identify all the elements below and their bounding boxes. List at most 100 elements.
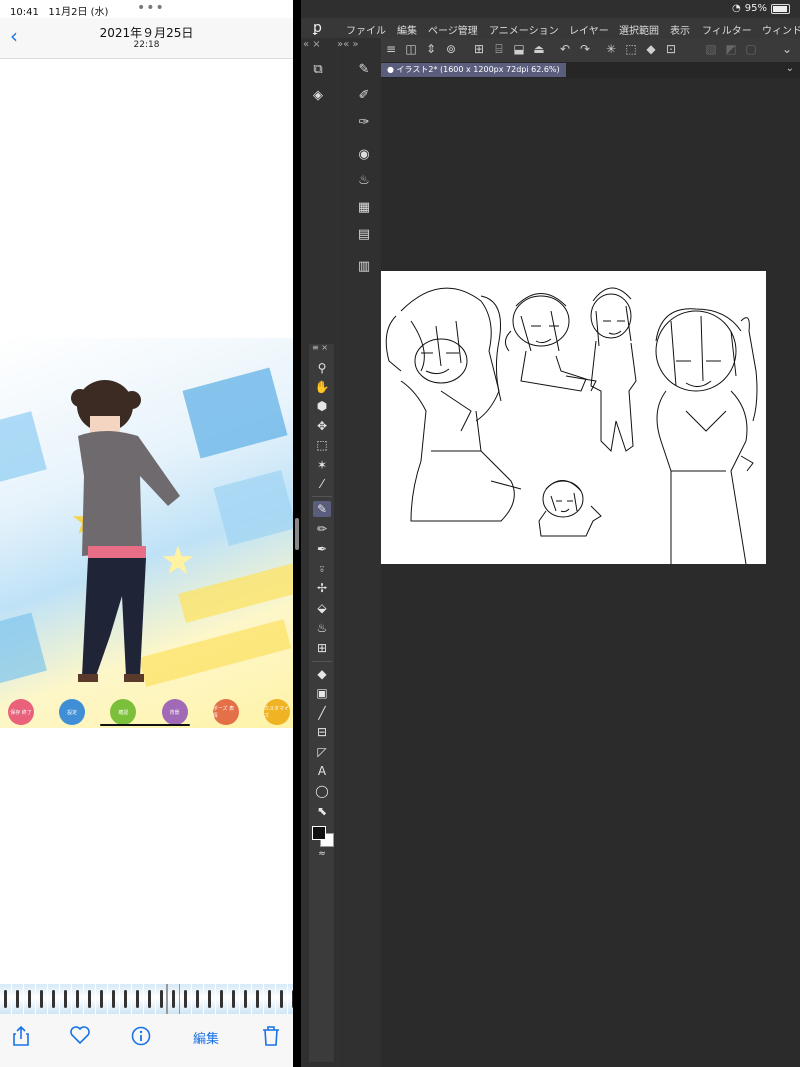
frame-tool-icon[interactable]: ⊟ <box>313 724 331 740</box>
thumbnail[interactable] <box>36 984 47 1014</box>
menu-page[interactable]: ページ管理 <box>428 22 478 37</box>
work-area[interactable] <box>381 78 800 1067</box>
clear-icon[interactable]: ▧ <box>703 41 719 57</box>
stepper-icon[interactable]: ⇕ <box>423 41 439 57</box>
fill-selection-icon[interactable]: ◩ <box>723 41 739 57</box>
thumbnail[interactable] <box>156 984 167 1014</box>
eyedropper-icon[interactable]: ⁄ <box>313 476 331 492</box>
object-tool-icon[interactable]: ⬢ <box>313 398 331 414</box>
menu-list-icon[interactable]: ≡ <box>383 41 399 57</box>
new-canvas-icon[interactable]: ◫ <box>403 41 419 57</box>
thumbnail[interactable] <box>84 984 95 1014</box>
thumbnail[interactable] <box>144 984 155 1014</box>
layers-icon[interactable]: ◈ <box>309 87 327 105</box>
new-file-icon[interactable]: ⊞ <box>471 41 487 57</box>
menu-edit[interactable]: 編集 <box>397 22 417 37</box>
clip-studio-logo-icon[interactable]: ꝑ <box>313 20 329 36</box>
crop-icon[interactable]: ▢ <box>743 41 759 57</box>
brush-tool-icon[interactable]: ✒ <box>313 541 331 557</box>
chevron-down-icon[interactable]: ⌄ <box>779 41 795 57</box>
menu-animation[interactable]: アニメーション <box>489 22 559 37</box>
share-icon[interactable] <box>12 1025 30 1050</box>
color-set-icon[interactable]: ▦ <box>355 199 373 217</box>
thumbnail[interactable] <box>108 984 119 1014</box>
color-wheel-icon[interactable]: ◉ <box>355 146 373 164</box>
text-tool-icon[interactable]: A <box>313 763 331 779</box>
open-folder-icon[interactable]: ⌸ <box>491 41 507 57</box>
transform-icon[interactable]: ⊡ <box>663 41 679 57</box>
blend-tool-icon[interactable]: ♨ <box>313 620 331 636</box>
drawing-canvas[interactable] <box>381 271 766 565</box>
decoration-tool-icon[interactable]: ✢ <box>313 580 331 596</box>
clip-icon[interactable]: ⊚ <box>443 41 459 57</box>
tool-palette-header-glyphs[interactable]: ≡ × <box>312 343 328 352</box>
thumbnail[interactable] <box>12 984 23 1014</box>
edit-button[interactable]: 編集 <box>193 1028 219 1047</box>
line-tool-icon[interactable]: ╱ <box>313 705 331 721</box>
menu-selection[interactable]: 選択範囲 <box>619 22 659 37</box>
collapse-left[interactable]: « × <box>303 39 321 50</box>
navigator-icon[interactable]: ▤ <box>355 226 373 244</box>
menu-file[interactable]: ファイル <box>346 22 386 37</box>
layer-property-icon[interactable]: ⧉ <box>309 61 327 79</box>
thumbnail[interactable] <box>192 984 203 1014</box>
thumbnail[interactable] <box>0 984 11 1014</box>
marquee-tool-icon[interactable]: ⬚ <box>313 437 331 453</box>
upload-icon[interactable]: ⏏ <box>531 41 547 57</box>
pencil-tool-icon[interactable]: ✏ <box>313 521 331 537</box>
split-grip-handle[interactable] <box>295 518 299 550</box>
brush-size-icon[interactable]: ✑ <box>355 114 373 132</box>
thumbnail[interactable] <box>252 984 263 1014</box>
collapse-right[interactable]: »« » <box>337 39 359 50</box>
foreground-color-swatch[interactable] <box>312 826 326 840</box>
menu-filter[interactable]: フィルター <box>702 22 752 37</box>
thumbnail[interactable] <box>120 984 131 1014</box>
thumbnail[interactable] <box>240 984 251 1014</box>
info-icon[interactable] <box>131 1026 151 1050</box>
thumbnail[interactable] <box>180 984 191 1014</box>
balloon-tool-icon[interactable]: ◯ <box>313 783 331 799</box>
airbrush-tool-icon[interactable]: ⍤ <box>313 561 331 577</box>
loading-icon[interactable]: ✳ <box>603 41 619 57</box>
sub-tool-icon[interactable]: ✎ <box>355 61 373 79</box>
magic-wand-icon[interactable]: ✶ <box>313 457 331 473</box>
tab-chevron-down-icon[interactable]: ⌄ <box>786 63 794 74</box>
zoom-tool-icon[interactable]: ⚲ <box>313 360 331 376</box>
thumbnail[interactable] <box>228 984 239 1014</box>
canvas-tab[interactable]: ● イラスト2* (1600 x 1200px 72dpi 62.6%) <box>381 63 566 77</box>
eraser-tool-icon[interactable]: ⬙ <box>313 600 331 616</box>
trash-icon[interactable] <box>262 1026 280 1050</box>
ruler-tool-icon[interactable]: ◸ <box>313 744 331 760</box>
move-tool-icon[interactable]: ✥ <box>313 418 331 434</box>
thumbnail[interactable] <box>264 984 275 1014</box>
transparent-color-icon[interactable]: ≈ <box>313 846 331 862</box>
multitask-dots-icon[interactable]: ••• <box>137 0 165 16</box>
selection-icon[interactable]: ⬚ <box>623 41 639 57</box>
menu-window[interactable]: ウィンド <box>762 22 800 37</box>
tool-palette-header[interactable]: ≡ × <box>309 343 334 354</box>
correct-line-tool-icon[interactable]: ⬉ <box>313 803 331 819</box>
thumbnail[interactable] <box>166 984 181 1014</box>
heart-icon[interactable] <box>70 1026 90 1048</box>
thumbnail[interactable] <box>276 984 287 1014</box>
photo-image[interactable]: ★ ★ <box>0 338 293 728</box>
menu-layer[interactable]: レイヤー <box>569 22 609 37</box>
hand-tool-icon[interactable]: ✋ <box>313 379 331 395</box>
pen-tool-icon[interactable]: ✎ <box>313 501 331 517</box>
save-icon[interactable]: ⬓ <box>511 41 527 57</box>
thumbnail[interactable] <box>204 984 215 1014</box>
menu-view[interactable]: 表示 <box>670 22 690 37</box>
thumbnail[interactable] <box>132 984 143 1014</box>
thumbnail[interactable] <box>96 984 107 1014</box>
fill-tool-icon[interactable]: ◆ <box>313 666 331 682</box>
thumbnail[interactable] <box>72 984 83 1014</box>
thumbnail[interactable] <box>48 984 59 1014</box>
gradient-tool-icon[interactable]: ▣ <box>313 685 331 701</box>
color-mix-icon[interactable]: ♨ <box>355 172 373 190</box>
material-icon[interactable]: ▥ <box>355 258 373 276</box>
redo-icon[interactable]: ↷ <box>577 41 593 57</box>
panel-collapse-arrows[interactable]: « × »« » <box>301 38 381 52</box>
fill-icon[interactable]: ◆ <box>643 41 659 57</box>
thumbnail[interactable] <box>216 984 227 1014</box>
thumbnail-strip[interactable] <box>0 984 293 1014</box>
